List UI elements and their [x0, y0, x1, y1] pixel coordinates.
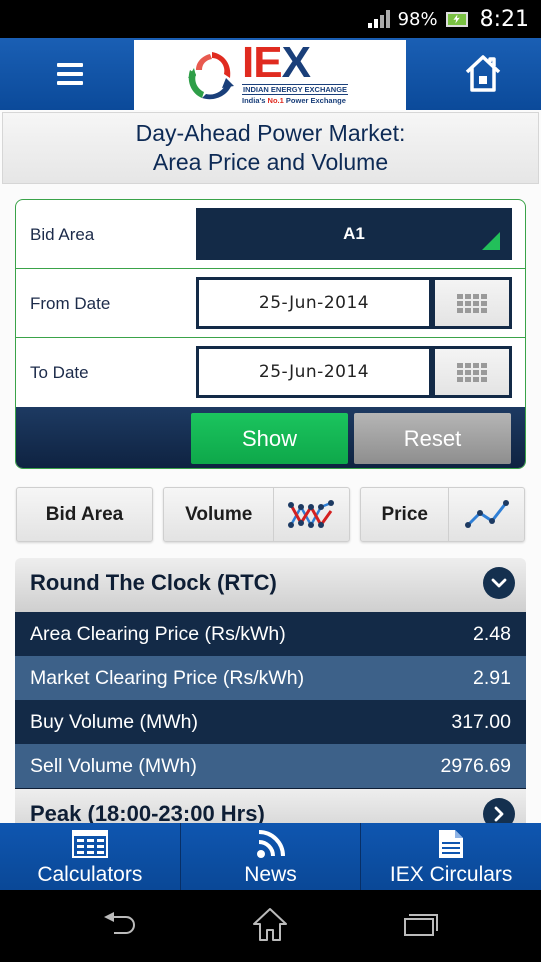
iex-logo: IEX INDIAN ENERGY EXCHANGE India's No.1 … [134, 40, 406, 110]
data-row: Area Clearing Price (Rs/kWh) 2.48 [15, 612, 526, 656]
peak-section-header[interactable]: Peak (18:00-23:00 Hrs) [15, 788, 526, 828]
nav-iex-circulars-label: IEX Circulars [389, 863, 513, 886]
rss-icon [256, 826, 286, 862]
calculator-icon [71, 826, 109, 862]
rtc-section-header[interactable]: Round The Clock (RTC) [15, 558, 526, 612]
page-title-line-2: Area Price and Volume [152, 149, 389, 175]
bid-area-value: A1 [343, 224, 365, 243]
status-time: 8:21 [479, 6, 529, 32]
from-date-calendar-button[interactable] [432, 277, 512, 329]
bid-area-label: Bid Area [30, 225, 95, 244]
data-row: Market Clearing Price (Rs/kWh) 2.91 [15, 656, 526, 700]
home-outline-icon [253, 908, 287, 941]
row-label: Buy Volume (MWh) [30, 711, 198, 733]
app-header: IEX INDIAN ENERGY EXCHANGE India's No.1 … [0, 38, 541, 110]
status-bar-right: 98% 8:21 [367, 5, 529, 33]
battery-percent: 98% [397, 8, 438, 30]
system-nav-bar [0, 890, 541, 962]
iex-swirl-logo-icon [188, 52, 234, 100]
form-actions: Show Reset [16, 407, 525, 468]
calendar-icon [457, 293, 487, 313]
row-value: 2.91 [473, 667, 511, 689]
nav-news[interactable]: News [181, 823, 362, 890]
nav-iex-circulars[interactable]: IEX Circulars [361, 823, 541, 890]
from-date-input[interactable]: 25-Jun-2014 [196, 277, 432, 329]
bottom-nav: Calculators News IEX Circulars [0, 823, 541, 890]
row-label: Area Clearing Price (Rs/kWh) [30, 623, 286, 645]
logo-tagline-1: INDIAN ENERGY EXCHANGE [242, 84, 349, 95]
page-title: Day-Ahead Power Market: Area Price and V… [2, 112, 539, 184]
bid-area-select[interactable]: A1 [196, 208, 512, 260]
show-button[interactable]: Show [191, 413, 348, 464]
to-date-calendar-button[interactable] [432, 346, 512, 398]
filter-form: Bid Area A1 From Date 25-Jun-2014 To Dat… [15, 199, 526, 469]
from-date-label: From Date [30, 294, 111, 313]
logo-wordmark: IEX [242, 38, 311, 87]
price-chart-icon [448, 488, 524, 541]
tab-bid-area-label: Bid Area [45, 503, 124, 525]
nav-calculators-label: Calculators [37, 863, 143, 886]
to-date-input[interactable]: 25-Jun-2014 [196, 346, 432, 398]
back-icon [104, 912, 135, 934]
tab-bid-area[interactable]: Bid Area [16, 487, 153, 542]
to-date-label: To Date [30, 363, 89, 382]
tab-price[interactable]: Price [360, 487, 525, 542]
tab-price-label: Price [381, 503, 428, 525]
signal-icon [367, 10, 390, 28]
nav-news-label: News [244, 863, 297, 886]
chevron-down-icon [483, 567, 515, 599]
from-date-row: From Date 25-Jun-2014 [16, 269, 525, 338]
to-date-row: To Date 25-Jun-2014 [16, 338, 525, 407]
volume-chart-icon [273, 488, 349, 541]
bid-area-row: Bid Area A1 [16, 200, 525, 269]
status-bar: 98% 8:21 [0, 0, 541, 38]
battery-charging-icon [445, 11, 468, 27]
rtc-section-title: Round The Clock (RTC) [30, 570, 277, 595]
reset-button[interactable]: Reset [354, 413, 511, 464]
document-icon [437, 826, 465, 862]
data-row: Sell Volume (MWh) 2976.69 [15, 744, 526, 788]
tab-volume-label: Volume [185, 503, 253, 525]
system-home-button[interactable] [240, 904, 300, 944]
row-value: 2976.69 [440, 755, 512, 777]
logo-tagline-2: India's No.1 Power Exchange [242, 96, 346, 105]
hamburger-menu-icon [57, 63, 83, 85]
home-icon [465, 55, 501, 92]
dropdown-triangle-icon [482, 232, 500, 250]
page-title-line-1: Day-Ahead Power Market: [135, 120, 406, 146]
app-root: 98% 8:21 IEX INDIAN ENERGY EXCHANGE Indi… [0, 0, 541, 962]
nav-calculators[interactable]: Calculators [0, 823, 181, 890]
menu-button[interactable] [30, 38, 110, 110]
row-value: 317.00 [451, 711, 511, 733]
data-row: Buy Volume (MWh) 317.00 [15, 700, 526, 744]
tab-volume[interactable]: Volume [163, 487, 350, 542]
system-recents-button[interactable] [390, 904, 450, 944]
row-label: Market Clearing Price (Rs/kWh) [30, 667, 305, 689]
row-label: Sell Volume (MWh) [30, 755, 197, 777]
home-button[interactable] [461, 52, 505, 96]
calendar-icon [457, 362, 487, 382]
row-value: 2.48 [473, 623, 511, 645]
recents-icon [404, 914, 438, 936]
results-panel: Round The Clock (RTC) Area Clearing Pric… [15, 558, 526, 828]
system-back-button[interactable] [90, 904, 150, 944]
